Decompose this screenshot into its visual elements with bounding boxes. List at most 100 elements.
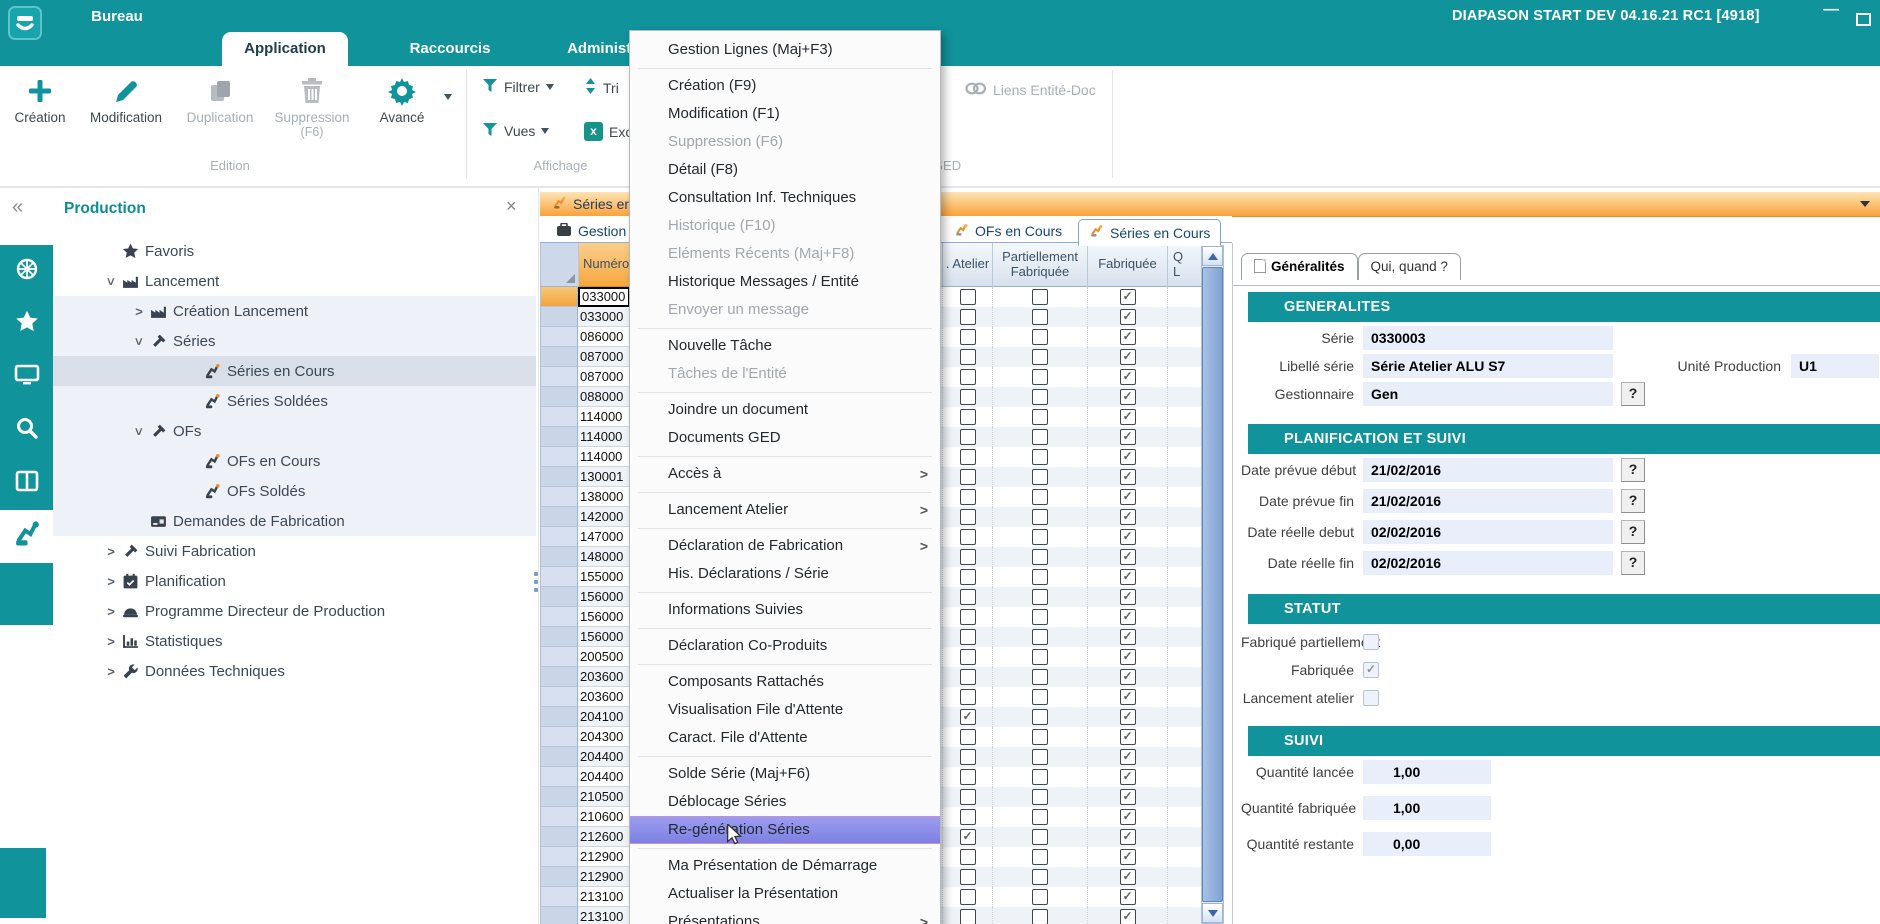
cell-atelier-checkbox[interactable] [960,689,976,705]
tree-item-donn-es-techniques[interactable]: >Données Techniques [53,656,536,686]
menu-item-el-ments-r-cents-maj-f8[interactable]: Eléments Récents (Maj+F8) [630,240,940,268]
cell-numero[interactable]: 213100 [578,907,630,924]
cell-fabriquee-checkbox[interactable]: ✓ [1120,829,1136,845]
cell-atelier-checkbox[interactable] [960,369,976,385]
cell-fabriquee-checkbox[interactable]: ✓ [1120,589,1136,605]
cell-numero[interactable]: 156000 [578,627,630,647]
chevron-right-icon[interactable]: > [103,634,119,649]
cell-fabriquee-checkbox[interactable]: ✓ [1120,349,1136,365]
suppression-button[interactable]: Suppression (F6) [266,72,358,139]
quantit-fabriqu-e-field[interactable]: 1,00 [1363,796,1491,820]
help-button[interactable]: ? [1621,520,1645,544]
quantit-restante-field[interactable]: 0,00 [1363,832,1491,856]
menu-item-his-d-clarations-s-rie[interactable]: His. Déclarations / Série [630,560,940,588]
scroll-up-button[interactable] [1202,246,1223,266]
row-selector[interactable] [541,307,578,327]
cell-numero[interactable]: 204400 [578,747,630,767]
cell-numero[interactable]: 213100 [578,887,630,907]
quantit-lanc-e-field[interactable]: 1,00 [1363,760,1491,784]
cell-atelier-checkbox[interactable] [960,649,976,665]
tree-item-ofs-en-cours[interactable]: OFs en Cours [53,446,536,476]
cell-fabriquee-checkbox[interactable]: ✓ [1120,449,1136,465]
cell-partiellement-checkbox[interactable] [1032,509,1048,525]
cell-partiellement-checkbox[interactable] [1032,889,1048,905]
cell-atelier-checkbox[interactable] [960,589,976,605]
liens-entite-doc-button[interactable]: Liens Entité-Doc [965,82,1096,98]
scroll-down-button[interactable] [1202,903,1223,923]
cell-fabriquee-checkbox[interactable]: ✓ [1120,749,1136,765]
row-selector[interactable] [541,607,578,627]
row-selector[interactable] [541,827,578,847]
tree-item-favoris[interactable]: Favoris [53,236,536,266]
cell-numero[interactable]: 142000 [578,507,630,527]
cell-numero[interactable]: 204400 [578,767,630,787]
menu-item-consultation-inf-techniques[interactable]: Consultation Inf. Techniques [630,184,940,212]
chevron-down-icon[interactable] [1860,201,1870,207]
cell-partiellement-checkbox[interactable] [1032,309,1048,325]
menu-item-gestion-lignes-maj-f3[interactable]: Gestion Lignes (Maj+F3) [630,36,940,64]
menu-item-visualisation-file-d-attente[interactable]: Visualisation File d'Attente [630,696,940,724]
module-button-star-icon[interactable] [0,298,53,351]
menu-item-nouvelle-t-che[interactable]: Nouvelle Tâche [630,332,940,360]
row-selector[interactable] [541,687,578,707]
cell-fabriquee-checkbox[interactable]: ✓ [1120,309,1136,325]
modification-button[interactable]: Modification [78,72,174,125]
cell-fabriquee-checkbox[interactable]: ✓ [1120,789,1136,805]
tree-item-demandes-de-fabrication[interactable]: Demandes de Fabrication [53,506,536,536]
cell-numero[interactable]: 148000 [578,547,630,567]
cell-fabriquee-checkbox[interactable]: ✓ [1120,729,1136,745]
row-selector[interactable] [541,727,578,747]
column-header-atelier[interactable]: . Atelier [942,243,992,287]
tree-item-suivi-fabrication[interactable]: >Suivi Fabrication [53,536,536,566]
chevron-down-icon[interactable]: > [132,423,147,439]
row-selector[interactable] [541,547,578,567]
cell-atelier-checkbox[interactable] [960,449,976,465]
cell-atelier-checkbox[interactable] [960,909,976,924]
menu-item-t-ches-de-l-entit[interactable]: Tâches de l'Entité [630,360,940,388]
row-selector[interactable] [541,427,578,447]
cell-fabriquee-checkbox[interactable]: ✓ [1120,709,1136,725]
date-pr-vue-fin-field[interactable]: 21/02/2016 [1363,489,1613,513]
chevron-right-icon[interactable]: > [103,544,119,559]
cell-numero[interactable]: 033000 [578,307,630,327]
cell-numero[interactable]: 033000 [578,287,630,307]
cell-fabriquee-checkbox[interactable]: ✓ [1120,769,1136,785]
panel-splitter[interactable] [534,568,539,596]
date-r-elle-fin-field[interactable]: 02/02/2016 [1363,551,1613,575]
menu-item-documents-ged[interactable]: Documents GED [630,424,940,452]
cell-atelier-checkbox[interactable] [960,489,976,505]
unit-production-field[interactable]: U1 [1791,354,1879,378]
row-selector[interactable] [541,507,578,527]
cell-atelier-checkbox[interactable] [960,329,976,345]
cell-partiellement-checkbox[interactable] [1032,449,1048,465]
cell-atelier-checkbox[interactable] [960,409,976,425]
cell-numero[interactable]: 204300 [578,727,630,747]
minimize-button[interactable]: — [1818,1,1844,19]
row-selector[interactable] [541,867,578,887]
s-rie-field[interactable]: 0330003 [1363,326,1613,350]
cell-numero[interactable]: 156000 [578,587,630,607]
cell-numero[interactable]: 210600 [578,807,630,827]
menu-item-joindre-un-document[interactable]: Joindre un document [630,396,940,424]
cell-atelier-checkbox[interactable] [960,769,976,785]
cell-partiellement-checkbox[interactable] [1032,329,1048,345]
tree-item-planification[interactable]: >Planification [53,566,536,596]
tree-item-statistiques[interactable]: >Statistiques [53,626,536,656]
cell-partiellement-checkbox[interactable] [1032,749,1048,765]
cell-fabriquee-checkbox[interactable]: ✓ [1120,329,1136,345]
cell-partiellement-checkbox[interactable] [1032,709,1048,725]
cell-fabriquee-checkbox[interactable]: ✓ [1120,409,1136,425]
cell-partiellement-checkbox[interactable] [1032,689,1048,705]
tree-item-ofs[interactable]: >OFs [53,416,536,446]
cell-partiellement-checkbox[interactable] [1032,429,1048,445]
cell-atelier-checkbox[interactable] [960,429,976,445]
chevron-down-icon[interactable]: > [104,273,119,289]
row-selector[interactable] [541,347,578,367]
app-logo-icon[interactable] [8,6,42,40]
cell-partiellement-checkbox[interactable] [1032,849,1048,865]
chevron-right-icon[interactable]: > [131,304,147,319]
tree-item-cr-ation-lancement[interactable]: >Création Lancement [53,296,536,326]
cell-fabriquee-checkbox[interactable]: ✓ [1120,489,1136,505]
cell-numero[interactable]: 130001 [578,467,630,487]
cell-numero[interactable]: 203600 [578,667,630,687]
